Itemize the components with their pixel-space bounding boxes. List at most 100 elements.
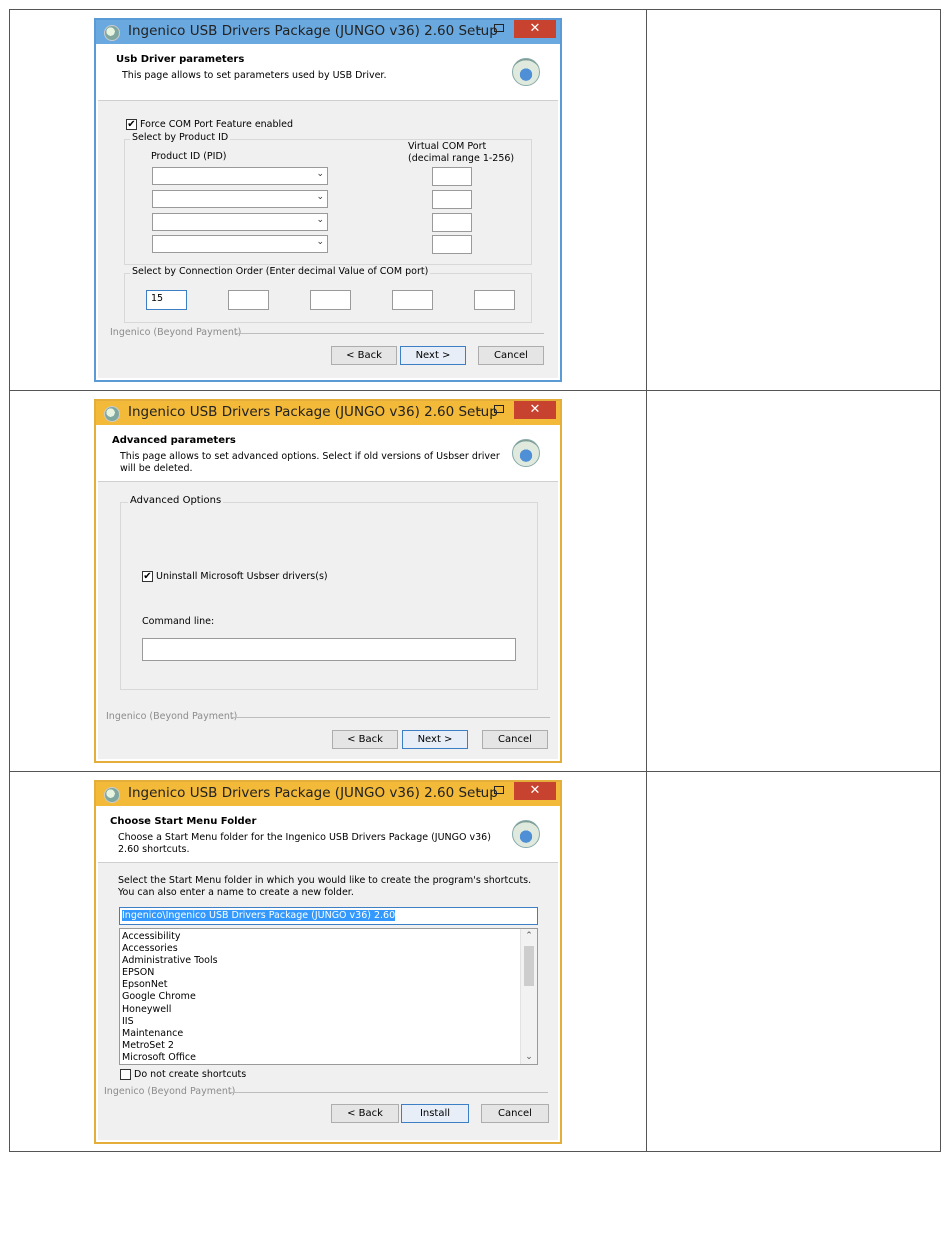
maximize-icon[interactable] [490,22,508,38]
pid-combo-4[interactable]: ⌄ [152,235,328,253]
chevron-down-icon: ⌄ [316,215,324,225]
close-icon[interactable]: ✕ [514,782,556,800]
table-cell-notes-1 [646,9,941,391]
list-item[interactable]: Administrative Tools [122,955,218,967]
divider [232,717,550,718]
cancel-button[interactable]: Cancel [478,346,544,365]
document-table: Ingenico USB Drivers Package (JUNGO v36)… [9,9,941,1152]
com-order-input-2[interactable] [228,290,269,310]
title-bar[interactable]: Ingenico USB Drivers Package (JUNGO v36)… [96,20,560,44]
instructions-text: Select the Start Menu folder in which yo… [118,875,532,898]
com-order-input-3[interactable] [310,290,351,310]
product-id-group-title: Select by Product ID [130,132,231,143]
dialog-header: Choose Start Menu Folder Choose a Start … [98,806,558,863]
close-icon[interactable]: ✕ [514,20,556,38]
folder-listbox[interactable]: Accessibility Accessories Administrative… [119,928,538,1065]
start-menu-folder-input[interactable]: Ingenico\Ingenico USB Drivers Package (J… [119,907,538,925]
vcp-input-3[interactable] [432,213,472,232]
vcp-column-subheader: (decimal range 1-256) [408,153,515,164]
setup-window-advanced-parameters: Ingenico USB Drivers Package (JUNGO v36)… [94,399,562,763]
list-item[interactable]: Honeywell [122,1004,218,1016]
minimize-icon[interactable]: – [470,784,488,800]
close-icon[interactable]: ✕ [514,401,556,419]
no-shortcuts-checkbox[interactable] [120,1069,131,1080]
installer-icon [104,406,120,422]
com-order-input-1[interactable]: 15 [146,290,187,310]
list-item[interactable]: Accessibility [122,931,218,943]
pid-combo-2[interactable]: ⌄ [152,190,328,208]
back-button[interactable]: < Back [331,1104,399,1123]
uninstall-usbser-checkbox[interactable]: ✔ [142,571,153,582]
listbox-scrollbar[interactable]: ⌃ ⌄ [520,929,537,1064]
com-order-input-4[interactable] [392,290,433,310]
maximize-icon[interactable] [490,403,508,419]
command-line-label: Command line: [142,616,215,627]
list-item[interactable]: Maintenance [122,1028,218,1040]
vcp-input-1[interactable] [432,167,472,186]
chevron-down-icon: ⌄ [316,169,324,179]
ingenico-logo-icon [512,58,540,86]
folder-input-value: Ingenico\Ingenico USB Drivers Package (J… [122,910,396,921]
brand-text: Ingenico (Beyond Payment) [110,327,242,338]
setup-window-start-menu-folder: Ingenico USB Drivers Package (JUNGO v36)… [94,780,562,1144]
dialog-header: Usb Driver parameters This page allows t… [98,44,558,101]
installer-icon [104,25,120,41]
table-cell-dialog-2: Ingenico USB Drivers Package (JUNGO v36)… [9,390,647,772]
scroll-up-icon[interactable]: ⌃ [521,931,537,941]
list-item[interactable]: Accessories [122,943,218,955]
brand-text: Ingenico (Beyond Payment) [104,1086,236,1097]
no-shortcuts-label: Do not create shortcuts [134,1069,247,1080]
pid-combo-1[interactable]: ⌄ [152,167,328,185]
window-title: Ingenico USB Drivers Package (JUNGO v36)… [128,785,498,801]
list-item[interactable]: IIS [122,1016,218,1028]
header-subtitle: This page allows to set parameters used … [122,70,387,81]
table-cell-notes-2 [646,390,941,772]
vcp-input-2[interactable] [432,190,472,209]
minimize-icon[interactable]: – [470,22,488,38]
com-order-input-5[interactable] [474,290,515,310]
advanced-options-group [120,502,538,690]
connection-order-group-title: Select by Connection Order (Enter decima… [130,266,431,277]
uninstall-usbser-label: Uninstall Microsoft Usbser drivers(s) [156,571,328,582]
minimize-icon[interactable]: – [470,403,488,419]
folder-list: Accessibility Accessories Administrative… [122,931,218,1064]
vcp-input-4[interactable] [432,235,472,254]
ingenico-logo-icon [512,439,540,467]
list-item[interactable]: EpsonNet [122,979,218,991]
header-title: Choose Start Menu Folder [110,816,257,827]
dialog-header: Advanced parameters This page allows to … [98,425,558,482]
title-bar[interactable]: Ingenico USB Drivers Package (JUNGO v36)… [96,401,560,425]
pid-combo-3[interactable]: ⌄ [152,213,328,231]
dialog-body: ✔ Force COM Port Feature enabled Select … [98,101,558,378]
next-button[interactable]: Next > [402,730,468,749]
force-com-checkbox[interactable]: ✔ [126,119,137,130]
chevron-down-icon: ⌄ [316,237,324,247]
divider [236,333,544,334]
header-subtitle: This page allows to set advanced options… [120,451,500,474]
vcp-column-header: Virtual COM Port [408,141,487,152]
table-cell-dialog-3: Ingenico USB Drivers Package (JUNGO v36)… [9,771,647,1152]
scrollbar-thumb[interactable] [524,946,534,986]
cancel-button[interactable]: Cancel [481,1104,549,1123]
list-item[interactable]: Google Chrome [122,991,218,1003]
header-title: Advanced parameters [112,435,236,446]
title-bar[interactable]: Ingenico USB Drivers Package (JUNGO v36)… [96,782,560,806]
list-item[interactable]: MetroSet 2 [122,1040,218,1052]
list-item[interactable]: EPSON [122,967,218,979]
header-title: Usb Driver parameters [116,54,245,65]
dialog-body: Select the Start Menu folder in which yo… [98,863,558,1140]
command-line-input[interactable] [142,638,516,661]
window-title: Ingenico USB Drivers Package (JUNGO v36)… [128,404,498,420]
setup-window-usb-parameters: Ingenico USB Drivers Package (JUNGO v36)… [94,18,562,382]
list-item[interactable]: Microsoft Office [122,1052,218,1064]
header-subtitle: Choose a Start Menu folder for the Ingen… [118,832,491,855]
force-com-label: Force COM Port Feature enabled [140,119,294,130]
back-button[interactable]: < Back [331,346,397,365]
scroll-down-icon[interactable]: ⌄ [521,1052,537,1062]
installer-icon [104,787,120,803]
next-button[interactable]: Next > [400,346,466,365]
maximize-icon[interactable] [490,784,508,800]
back-button[interactable]: < Back [332,730,398,749]
install-button[interactable]: Install [401,1104,469,1123]
cancel-button[interactable]: Cancel [482,730,548,749]
